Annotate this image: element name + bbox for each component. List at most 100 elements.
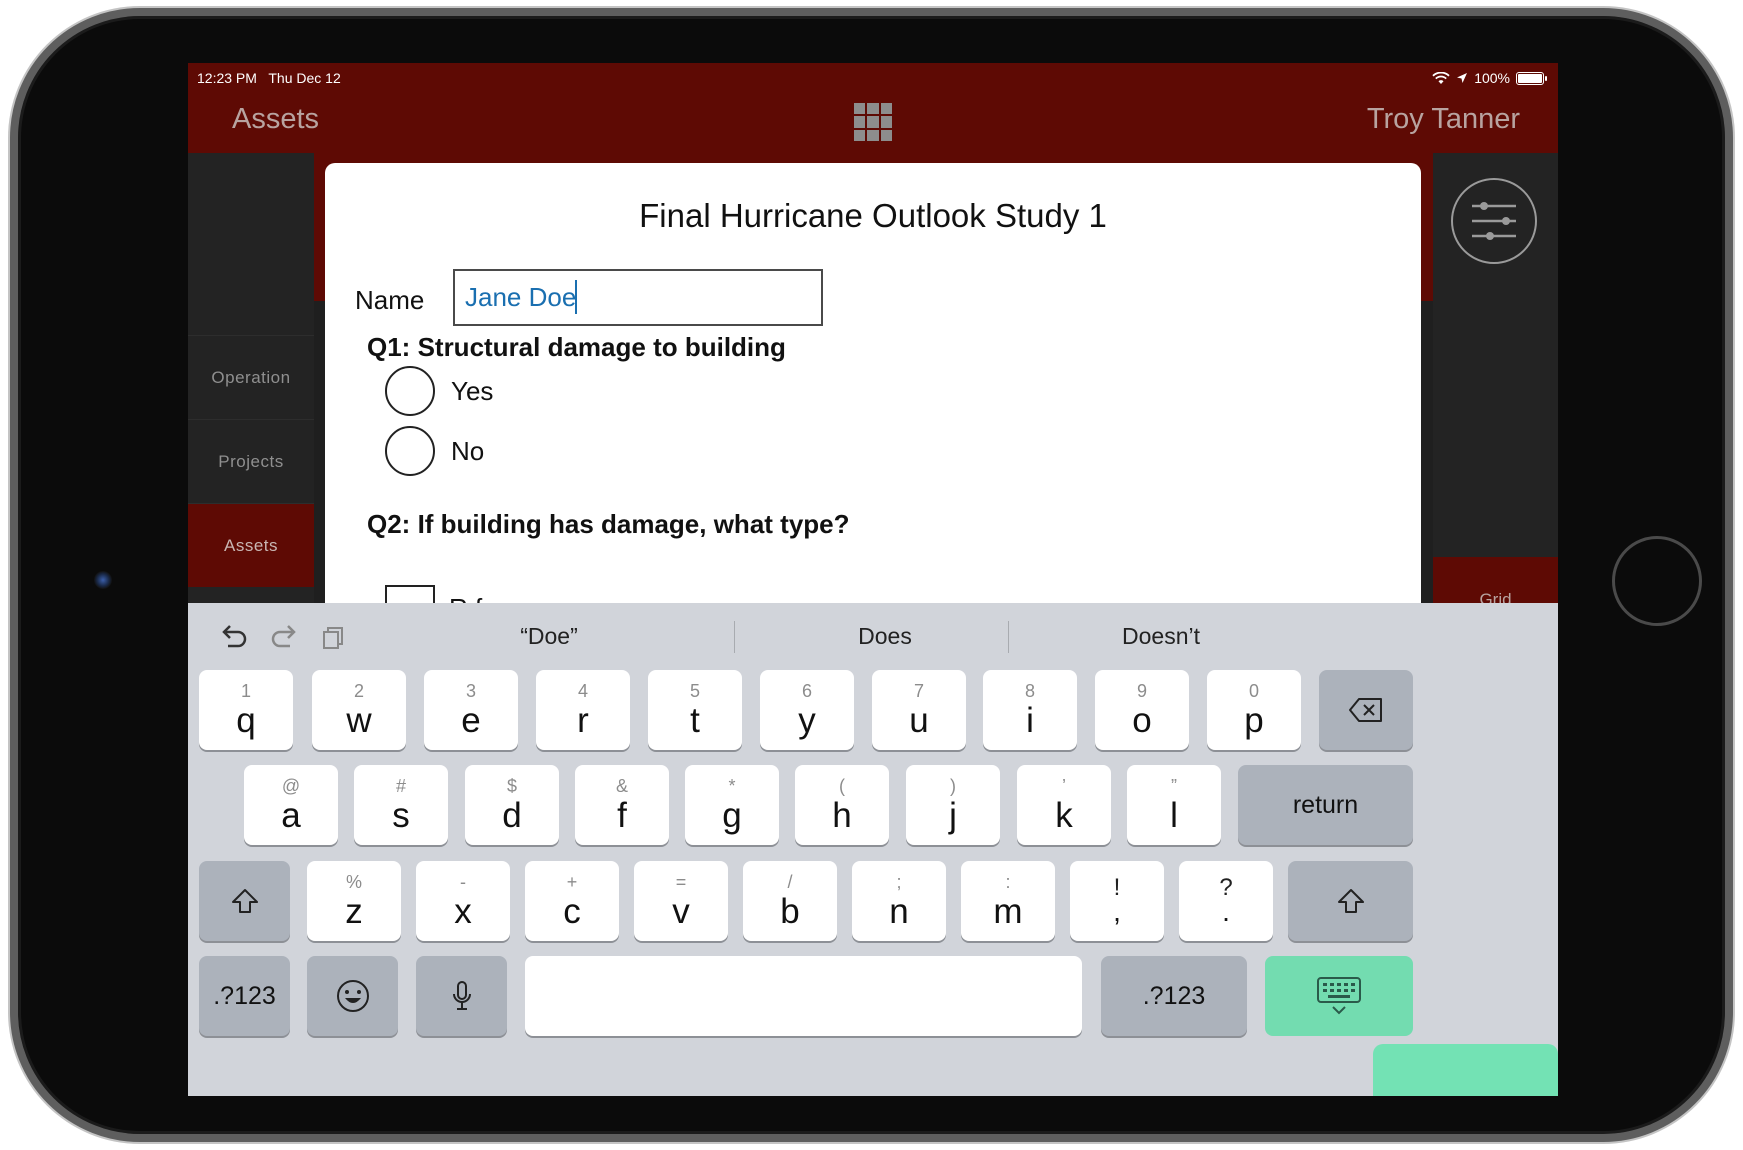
key-y[interactable]: 6y [760,670,854,750]
key-hint: ’ [1062,776,1066,796]
shift-key-left[interactable] [199,861,290,941]
key-g[interactable]: * g [685,765,779,845]
radio-yes-label: Yes [451,375,494,406]
filter-settings-button[interactable] [1451,178,1537,264]
key-q[interactable]: 1q [199,670,293,750]
dictation-key[interactable] [416,956,507,1036]
key-r[interactable]: 4r [536,670,630,750]
onscreen-keyboard: “Doe” Does Doesn’t 1q 2w 3e 4r 5t 6y 7u … [188,603,1558,1096]
key-label: o [1132,701,1152,740]
key-label: q [236,701,256,740]
sidebar-item-assets[interactable]: Assets [188,503,314,587]
key-label: d [502,796,522,835]
key-w[interactable]: 2w [312,670,406,750]
key-l[interactable]: ” l [1127,765,1221,845]
numbers-key-right[interactable]: .?123 [1101,956,1247,1036]
app-grid-icon[interactable] [854,103,892,141]
numbers-key-label: .?123 [1142,981,1206,1010]
suggestion-2[interactable]: Does [749,623,1021,650]
key-p[interactable]: 0p [1207,670,1301,750]
key-label: , [1113,896,1121,927]
key-b[interactable]: / b [743,861,837,941]
q1-option-no[interactable]: No [385,426,484,476]
survey-title: Final Hurricane Outlook Study 1 [639,197,1107,234]
status-bar-right: 100% [1432,70,1547,86]
key-a[interactable]: @ a [244,765,338,845]
key-m[interactable]: :m [961,861,1055,941]
key-hint: 4 [577,681,588,701]
radio-yes[interactable] [385,366,435,416]
key-label: m [993,892,1023,931]
home-button[interactable] [1612,536,1702,626]
backspace-key[interactable] [1319,670,1413,750]
key-label: v [672,892,690,931]
key-e[interactable]: 3e [424,670,518,750]
key-hint: ; [896,872,902,892]
redo-icon[interactable] [268,621,302,655]
shift-icon [1337,889,1364,913]
key-label: h [832,796,852,835]
left-sidebar: Operation Projects Assets [188,153,314,663]
q1-option-yes[interactable]: Yes [385,366,493,416]
key-u[interactable]: 7u [872,670,966,750]
tap-highlight [1373,1044,1558,1096]
battery-icon [1516,71,1547,85]
key-c[interactable]: + c [525,861,619,941]
suggestion-1[interactable]: “Doe” [413,623,685,650]
key-s[interactable]: # s [354,765,448,845]
key-exclaim-comma[interactable]: !, [1070,861,1164,941]
key-label: w [346,701,372,740]
key-t[interactable]: 5t [648,670,742,750]
key-hint: $ [506,776,517,796]
key-hint: & [615,776,628,796]
key-x[interactable]: -x [416,861,510,941]
key-h[interactable]: (h [795,765,889,845]
numbers-key-left[interactable]: .?123 [199,956,290,1036]
key-o[interactable]: 9o [1095,670,1189,750]
sidebar-item-operation[interactable]: Operation [188,335,314,419]
key-f[interactable]: & f [575,765,669,845]
status-time: 12:23 PM [197,70,257,86]
radio-no[interactable] [385,426,435,476]
question-2-title: Q2: If building has damage, what type? [367,509,850,539]
key-label: z [345,892,363,931]
key-n[interactable]: ; n [852,861,946,941]
key-label: a [281,796,301,835]
user-name[interactable]: Troy Tanner [1367,103,1520,136]
space-bar[interactable] [525,956,1082,1036]
key-label: f [617,796,627,835]
battery-percent: 100% [1474,70,1510,86]
key-k[interactable]: ’ k [1017,765,1111,845]
undo-icon[interactable] [216,621,250,655]
emoji-key[interactable] [307,956,398,1036]
sidebar-item-projects[interactable]: Projects [188,419,314,503]
backspace-icon [1349,698,1382,722]
key-hint: @ [281,776,301,796]
shift-key-right[interactable] [1288,861,1413,941]
key-d[interactable]: $ d [465,765,559,845]
key-label: l [1170,796,1178,835]
header-title[interactable]: Assets [232,103,319,136]
key-label: b [780,892,800,931]
name-input[interactable] [453,269,823,326]
key-i[interactable]: 8i [983,670,1077,750]
suggestion-3[interactable]: Doesn’t [1025,623,1297,650]
numbers-key-label: .?123 [213,981,276,1010]
dismiss-keyboard-key[interactable] [1265,956,1413,1036]
key-label: . [1222,896,1230,927]
key-hint: 3 [465,681,476,701]
key-z[interactable]: % z [307,861,401,941]
camera-icon [94,571,112,589]
key-v[interactable]: = v [634,861,728,941]
key-hint: # [395,776,406,796]
key-label: j [949,796,957,835]
key-label: e [461,701,481,740]
return-key[interactable]: return [1238,765,1413,845]
microphone-icon [452,981,471,1010]
key-question-period[interactable]: ?. [1179,861,1273,941]
key-hint: : [1005,872,1011,892]
key-j[interactable]: ) j [906,765,1000,845]
paste-icon[interactable] [316,621,350,655]
key-label: y [798,701,816,740]
key-hint: 2 [353,681,364,701]
